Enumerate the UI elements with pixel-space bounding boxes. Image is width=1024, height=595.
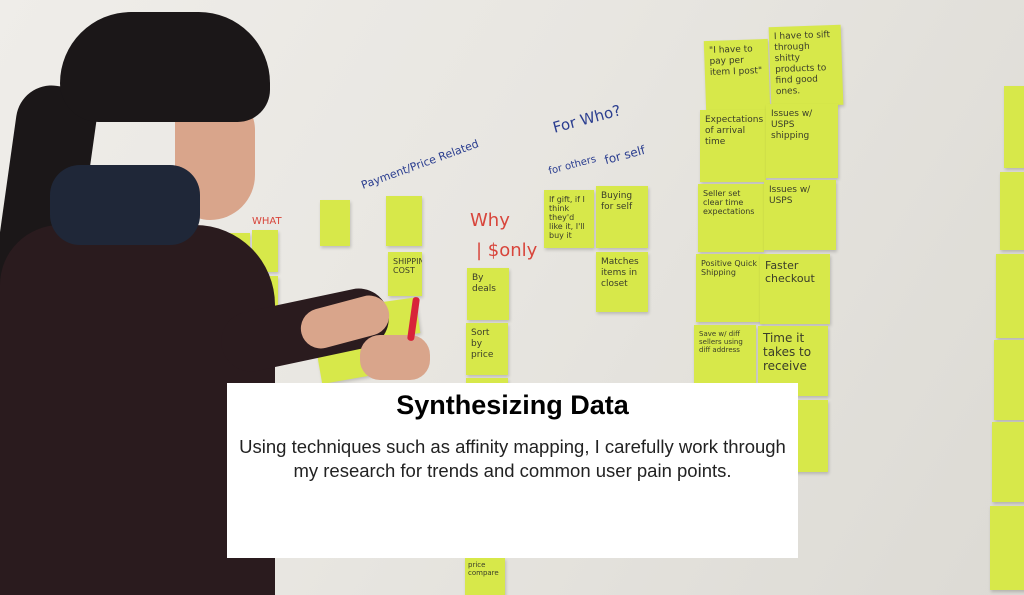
sticky-note-save-addresses: Save w/ diff sellers using diff address <box>694 325 756 383</box>
sticky-note-positive-shipping: Positive Quick Shipping <box>696 254 762 322</box>
caption-card: Synthesizing Data Using techniques such … <box>227 383 798 558</box>
sticky-note-by-deals: By deals <box>467 268 509 320</box>
sticky-note <box>1000 172 1024 250</box>
sticky-note <box>320 200 350 246</box>
label-why: Why <box>470 210 510 231</box>
sticky-note <box>386 196 422 246</box>
sticky-note <box>994 340 1024 420</box>
label-dollar-only: | $only <box>476 240 538 261</box>
sticky-note <box>996 254 1024 338</box>
person-hair <box>60 12 270 122</box>
label-for-who: For Who? <box>550 101 623 137</box>
sticky-note-sort-by-price: Sort by price <box>466 323 508 375</box>
sticky-note-buying-for-self: Buying for self <box>596 186 648 248</box>
sticky-note-pay-per-item: "I have to pay per item I post" <box>703 38 771 114</box>
label-for-self: for self <box>602 142 647 168</box>
sticky-note-issues-usps: Issues w/ USPS <box>764 180 836 250</box>
sticky-note-matches-items: Matches items in closet <box>596 252 648 312</box>
label-payment-price: Payment/Price Related <box>359 137 481 192</box>
person-hand <box>360 335 430 380</box>
label-what: WHAT <box>252 216 282 227</box>
sticky-note-expectations-arrival: Expectations of arrival time <box>700 110 766 182</box>
caption-title: Synthesizing Data <box>396 390 629 420</box>
sticky-note-shipping-cost: SHIPPING COST <box>388 252 422 296</box>
sticky-note-sift-through: I have to sift through shitty products t… <box>768 24 844 108</box>
sticky-note-faster-checkout: Faster checkout <box>760 254 830 324</box>
label-for-others: for others <box>547 153 598 178</box>
sticky-note-if-gift: If gift, if I think they'd like it, I'll… <box>544 190 594 248</box>
caption-body: Using techniques such as affinity mappin… <box>239 436 786 481</box>
sticky-note <box>992 422 1024 502</box>
sticky-note-issues-usps-shipping: Issues w/ USPS shipping <box>766 104 838 178</box>
sticky-note <box>1004 86 1024 168</box>
sticky-note-price-compare: price compare <box>465 558 505 595</box>
sticky-note-seller-expectations: Seller set clear time expectations <box>698 184 764 252</box>
person-scarf <box>50 165 200 245</box>
sticky-note <box>990 506 1024 590</box>
